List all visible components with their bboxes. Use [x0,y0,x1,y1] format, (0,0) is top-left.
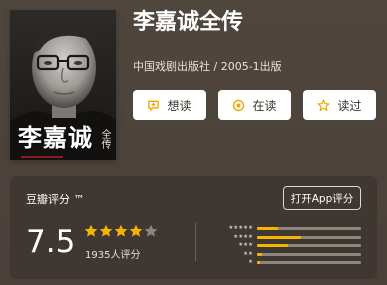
rating-card: 豆瓣评分 ™ 打开App评分 7.5 1935人评分 ★★★★★ ★★★★ ★★★ ★… [10,176,377,279]
open-app-rating-button[interactable]: 打开App评分 [283,186,361,210]
book-detail-page: 李嘉诚 全传 李嘉诚全传 中国戏剧出版社 / 2005-1出版 想读 在读 读过… [0,0,387,285]
cover-red-strip [21,156,63,158]
distribution-bar [257,261,261,264]
distribution-star-icons: ★★★ [238,242,253,248]
distribution-row-2-star: ★★ [215,250,361,259]
read-done-label: 读过 [337,98,362,113]
action-buttons: 想读 在读 读过 [133,90,376,120]
cover-title-text: 李嘉诚 [18,123,93,152]
read-done-icon [317,99,330,112]
star-filled-icon [129,224,143,238]
rating-count: 1935人评分 [85,250,141,261]
book-publisher-meta: 中国戏剧出版社 / 2005-1出版 [133,60,282,73]
rating-score: 7.5 [26,224,76,260]
star-filled-icon [99,224,113,238]
douban-rating-label: 豆瓣评分 ™ [26,193,85,206]
distribution-track [257,252,361,256]
book-cover[interactable]: 李嘉诚 全传 [10,10,116,160]
want-read-button[interactable]: 想读 [133,90,206,120]
want-read-icon [147,99,160,112]
distribution-star-icons: ★ [248,259,253,265]
distribution-track [257,227,361,230]
cover-side-text: 全传 [99,129,110,149]
distribution-row-4-star: ★★★★ [215,233,361,242]
distribution-track [257,244,361,247]
distribution-track [257,261,361,264]
distribution-track [257,235,361,239]
distribution-star-icons: ★★★★ [233,233,253,240]
distribution-row-5-star: ★★★★★ [215,224,361,233]
rating-stars [84,224,158,238]
distribution-bar [257,227,278,230]
distribution-bar [257,235,301,239]
distribution-bar [257,244,289,247]
distribution-star-icons: ★★★★★ [228,225,253,231]
read-done-button[interactable]: 读过 [303,90,376,120]
rating-divider [195,223,196,261]
book-title: 李嘉诚全传 [133,10,244,35]
distribution-star-icons: ★★ [243,250,253,257]
star-empty-icon [144,224,158,238]
reading-icon [232,99,245,112]
distribution-row-3-star: ★★★ [215,241,361,250]
rating-distribution: ★★★★★ ★★★★ ★★★ ★★ ★ [215,224,361,267]
reading-button[interactable]: 在读 [218,90,291,120]
distribution-row-1-star: ★ [215,258,361,267]
want-read-label: 想读 [167,98,192,113]
star-filled-icon [84,224,98,238]
star-filled-icon [114,224,128,238]
distribution-bar [257,252,263,256]
reading-label: 在读 [252,98,277,113]
